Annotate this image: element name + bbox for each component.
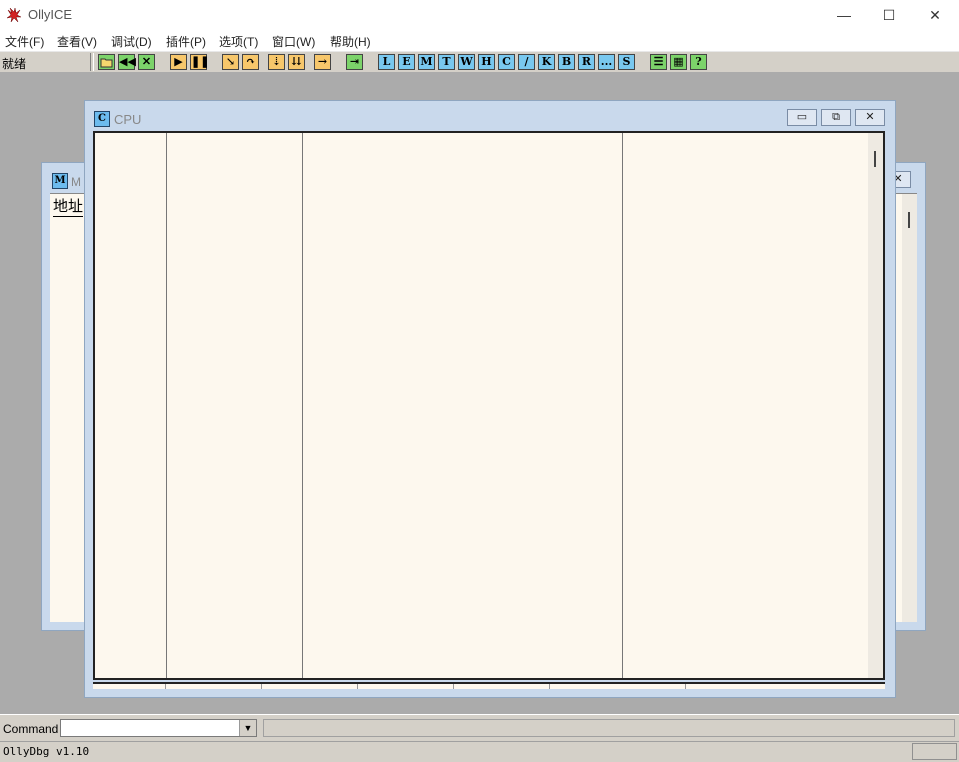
- column-divider[interactable]: [302, 133, 303, 678]
- debug-options-icon[interactable]: ☰: [650, 54, 667, 70]
- menu-window[interactable]: 窗口(W): [272, 33, 315, 50]
- cpu-window-icon: C: [94, 111, 110, 127]
- chevron-down-icon[interactable]: ▼: [239, 720, 256, 736]
- menu-debug[interactable]: 调试(D): [111, 33, 152, 50]
- ollyice-logo-icon: [6, 7, 22, 23]
- run-icon[interactable]: ▶: [170, 54, 187, 70]
- cpu-button[interactable]: C: [498, 54, 515, 70]
- command-input[interactable]: ▼: [60, 719, 257, 737]
- maximize-button[interactable]: ☐: [866, 0, 912, 30]
- cpu-restore-button[interactable]: ⧉: [821, 109, 851, 126]
- cpu-vertical-scrollbar[interactable]: [868, 133, 883, 678]
- column-divider: [549, 684, 550, 689]
- menu-bar: 文件(F) 查看(V) 调试(D) 插件(P) 选项(T) 窗口(W) 帮助(H…: [0, 30, 959, 51]
- column-divider: [453, 684, 454, 689]
- memory-vertical-scrollbar[interactable]: [902, 194, 917, 622]
- close-program-icon[interactable]: ✕: [138, 54, 155, 70]
- command-result-field: [263, 719, 955, 737]
- references-button[interactable]: R: [578, 54, 595, 70]
- patches-button[interactable]: /: [518, 54, 535, 70]
- windows-button[interactable]: W: [458, 54, 475, 70]
- column-divider: [165, 684, 166, 689]
- cpu-window[interactable]: C CPU ▭ ⧉ ✕: [84, 100, 896, 698]
- trace-over-icon[interactable]: ⇊: [288, 54, 305, 70]
- status-text: OllyDbg v1.10: [3, 745, 90, 758]
- source-button[interactable]: S: [618, 54, 635, 70]
- breakpoints-button[interactable]: B: [558, 54, 575, 70]
- column-divider: [357, 684, 358, 689]
- appearance-icon[interactable]: ▦: [670, 54, 687, 70]
- open-file-icon[interactable]: [98, 54, 115, 70]
- pause-icon[interactable]: ❚❚: [190, 54, 209, 70]
- window-title: OllyICE: [28, 7, 73, 22]
- ready-status: 就绪: [2, 57, 27, 71]
- menu-plugins[interactable]: 插件(P): [166, 33, 206, 50]
- run-trace-button[interactable]: ...: [598, 54, 615, 70]
- column-divider: [685, 684, 686, 689]
- cpu-window-titlebar[interactable]: C CPU ▭ ⧉ ✕: [85, 101, 895, 131]
- memory-window-title: M: [71, 175, 81, 189]
- column-divider: [261, 684, 262, 689]
- threads-button[interactable]: T: [438, 54, 455, 70]
- restart-icon[interactable]: ◀◀: [118, 54, 136, 70]
- cpu-scroll-thumb[interactable]: [874, 151, 876, 167]
- status-bar: OllyDbg v1.10: [0, 741, 959, 762]
- column-divider[interactable]: [622, 133, 623, 678]
- handles-button[interactable]: H: [478, 54, 495, 70]
- cpu-close-button[interactable]: ✕: [855, 109, 885, 126]
- command-label: Command :: [3, 722, 66, 736]
- minimize-button[interactable]: —: [821, 0, 867, 30]
- cpu-minimize-button[interactable]: ▭: [787, 109, 817, 126]
- menu-options[interactable]: 选项(T): [219, 33, 258, 50]
- title-bar: OllyICE — ☐ ✕: [0, 0, 959, 30]
- trace-into-icon[interactable]: ⇣: [268, 54, 285, 70]
- goto-icon[interactable]: ⇥: [346, 54, 363, 70]
- menu-file[interactable]: 文件(F): [5, 33, 44, 50]
- close-button[interactable]: ✕: [912, 0, 958, 30]
- memory-window-icon: M: [52, 173, 68, 189]
- toolbar: 就绪 ◀◀ ✕ ▶ ❚❚ ↘ ↷ ⇣ ⇊ → ⇥ L E M T W H C /…: [0, 51, 959, 73]
- step-over-icon[interactable]: ↷: [242, 54, 259, 70]
- cpu-window-title: CPU: [114, 112, 142, 127]
- memory-map-button[interactable]: M: [418, 54, 435, 70]
- call-stack-button[interactable]: K: [538, 54, 555, 70]
- cpu-info-pane[interactable]: [93, 682, 885, 689]
- column-divider[interactable]: [166, 133, 167, 678]
- cpu-disassembly-pane[interactable]: [93, 131, 885, 680]
- command-bar: Command : ▼: [0, 714, 959, 741]
- column-header-address[interactable]: 地址: [53, 195, 84, 217]
- menu-help[interactable]: 帮助(H): [330, 33, 371, 50]
- menu-view[interactable]: 查看(V): [57, 33, 97, 50]
- executable-modules-button[interactable]: E: [398, 54, 415, 70]
- mdi-workspace: M M ✕ 地址 C CPU ▭ ⧉ ✕: [0, 72, 959, 714]
- log-window-button[interactable]: L: [378, 54, 395, 70]
- status-panel: [912, 743, 957, 760]
- help-button[interactable]: ?: [690, 54, 707, 70]
- step-into-icon[interactable]: ↘: [222, 54, 239, 70]
- execute-till-return-icon[interactable]: →: [314, 54, 331, 70]
- memory-scroll-thumb[interactable]: [908, 212, 910, 228]
- toolbar-separator: [90, 53, 94, 71]
